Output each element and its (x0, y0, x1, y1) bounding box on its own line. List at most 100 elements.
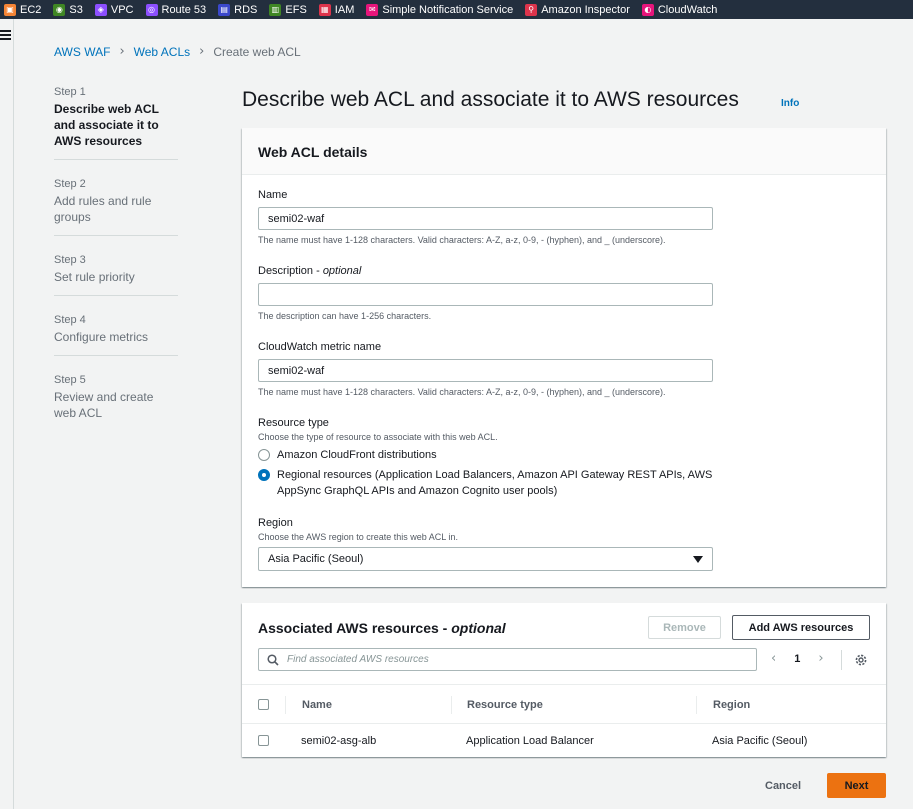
column-divider (696, 696, 697, 714)
description-constraint-text: The description can have 1-256 character… (258, 311, 432, 321)
service-label: S3 (69, 3, 83, 16)
search-icon (267, 653, 279, 666)
s3-icon: ◉ (53, 3, 66, 16)
description-label: Description - optional (258, 265, 362, 277)
breadcrumb-aws-waf[interactable]: AWS WAF (54, 45, 110, 59)
pager-divider (841, 650, 842, 670)
chevron-right-icon: › (199, 44, 205, 59)
region-label: Region (258, 517, 293, 529)
select-all-checkbox[interactable] (258, 699, 269, 710)
column-header-region[interactable]: Region (713, 699, 750, 711)
route53-icon: ◎ (145, 3, 158, 16)
panel-title: Associated AWS resources - optional (258, 620, 506, 636)
gear-icon[interactable] (854, 653, 868, 667)
radio-cloudfront[interactable]: Amazon CloudFront distributions (258, 447, 437, 463)
step-label: Describe web ACL and associate it to AWS… (54, 102, 159, 148)
metric-name-constraint-text: The name must have 1-128 characters. Val… (258, 387, 666, 397)
search-placeholder: Find associated AWS resources (287, 654, 429, 665)
service-shortcut-route53[interactable]: ◎ Route 53 (145, 0, 207, 19)
breadcrumb: AWS WAF › Web ACLs › Create web ACL (54, 44, 301, 59)
step-label: Configure metrics (54, 330, 149, 344)
resource-type-label: Resource type (258, 417, 329, 429)
add-aws-resources-button[interactable]: Add AWS resources (732, 615, 870, 640)
wizard-steps: Step 1 Describe web ACL and associate it… (54, 85, 178, 448)
step-2: Step 2 Add rules and rule groups (54, 177, 178, 236)
service-shortcut-rds[interactable]: ▤ RDS (218, 0, 257, 19)
service-label: CloudWatch (657, 3, 718, 16)
radio-label: Regional resources (Application Load Bal… (277, 469, 713, 497)
breadcrumb-web-acls[interactable]: Web ACLs (134, 45, 190, 59)
cloudwatch-icon: ◐ (641, 3, 654, 16)
service-shortcut-cloudwatch[interactable]: ◐ CloudWatch (641, 0, 718, 19)
page-number[interactable]: 1 (794, 653, 800, 665)
metric-name-label: CloudWatch metric name (258, 341, 382, 353)
iam-icon: ▦ (318, 3, 331, 16)
metric-name-input[interactable]: semi02-waf (258, 359, 713, 382)
step-5: Step 5 Review and create web ACL (54, 373, 178, 431)
radio-button[interactable] (258, 449, 270, 461)
services-bar: ▣ EC2 ◉ S3 ◈ VPC ◎ Route 53 ▤ RDS ▥ EFS ▦ IAM ✉… (0, 0, 913, 19)
web-acl-details-panel: Web ACL details Name semi02-waf The name… (242, 128, 886, 587)
region-selected-value: Asia Pacific (Seoul) (268, 553, 364, 565)
column-divider (451, 696, 452, 714)
column-header-name[interactable]: Name (302, 699, 332, 711)
name-label: Name (258, 189, 288, 201)
table-header: Name Resource type Region (242, 684, 886, 724)
service-label: VPC (110, 3, 134, 16)
step-number: Step 4 (54, 314, 86, 326)
description-input[interactable] (258, 283, 713, 306)
cell-resource-type: Application Load Balancer (466, 735, 594, 747)
breadcrumb-current: Create web ACL (213, 44, 301, 59)
step-number: Step 5 (54, 374, 86, 386)
service-shortcut-inspector[interactable]: ⚲ Amazon Inspector (525, 0, 630, 19)
service-shortcut-sns[interactable]: ✉ Simple Notification Service (366, 0, 513, 19)
service-label: Amazon Inspector (541, 3, 630, 16)
step-4: Step 4 Configure metrics (54, 313, 178, 356)
step-number: Step 3 (54, 254, 86, 266)
step-1: Step 1 Describe web ACL and associate it… (54, 85, 178, 160)
chevron-left-icon[interactable]: ‹ (771, 651, 776, 666)
service-shortcut-vpc[interactable]: ◈ VPC (94, 0, 134, 19)
cell-name: semi02-asg-alb (301, 735, 377, 747)
cell-region: Asia Pacific (Seoul) (712, 735, 808, 747)
step-number: Step 2 (54, 178, 86, 190)
radio-button-selected[interactable] (258, 469, 270, 481)
vpc-icon: ◈ (94, 3, 107, 16)
page-title: Describe web ACL and associate it to AWS… (242, 88, 739, 111)
region-select[interactable]: Asia Pacific (Seoul) (258, 547, 713, 571)
step-label: Review and create web ACL (54, 390, 154, 420)
radio-regional[interactable]: Regional resources (Application Load Bal… (258, 467, 728, 499)
chevron-right-icon[interactable]: › (818, 651, 823, 666)
service-shortcut-ec2[interactable]: ▣ EC2 (4, 0, 41, 19)
search-input[interactable]: Find associated AWS resources (258, 648, 757, 671)
table-row[interactable]: semi02-asg-alb Application Load Balancer… (242, 724, 886, 757)
chevron-right-icon: › (119, 44, 125, 59)
pagination: ‹ 1 › (771, 651, 824, 666)
rds-icon: ▤ (218, 3, 231, 16)
row-checkbox[interactable] (258, 735, 269, 746)
service-label: Route 53 (161, 3, 207, 16)
nav-rail-divider (13, 19, 14, 809)
info-link[interactable]: Info (781, 98, 799, 109)
inspector-icon: ⚲ (525, 3, 538, 16)
name-constraint-text: The name must have 1-128 characters. Val… (258, 235, 666, 245)
efs-icon: ▥ (269, 3, 282, 16)
region-description: Choose the AWS region to create this web… (258, 532, 458, 542)
service-label: Simple Notification Service (382, 3, 514, 16)
hamburger-menu-icon[interactable] (0, 30, 11, 42)
service-shortcut-s3[interactable]: ◉ S3 (53, 0, 83, 19)
service-label: EFS (285, 3, 307, 16)
associated-resources-panel: Associated AWS resources - optional Remo… (242, 603, 886, 757)
step-number: Step 1 (54, 86, 86, 98)
remove-button[interactable]: Remove (648, 616, 721, 639)
column-header-resource-type[interactable]: Resource type (467, 699, 543, 711)
name-input[interactable]: semi02-waf (258, 207, 713, 230)
description-label-text: Description (258, 265, 314, 277)
panel-title-text: Associated AWS resources (258, 620, 439, 636)
service-label: IAM (334, 3, 355, 16)
next-button[interactable]: Next (827, 773, 886, 798)
service-shortcut-iam[interactable]: ▦ IAM (318, 0, 355, 19)
cancel-button[interactable]: Cancel (765, 780, 801, 792)
ec2-icon: ▣ (4, 3, 16, 16)
service-shortcut-efs[interactable]: ▥ EFS (269, 0, 307, 19)
